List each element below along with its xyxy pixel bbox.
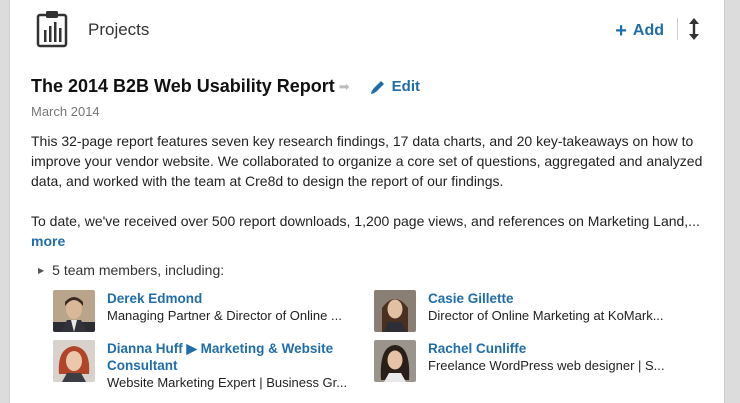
more-link[interactable]: more (31, 233, 65, 249)
description-paragraph-1: This 32-page report features seven key r… (31, 133, 703, 189)
project-date: March 2014 (31, 104, 100, 119)
member-name[interactable]: Dianna Huff ▶ Marketing & Website Consul… (107, 340, 357, 374)
external-arrow-icon: ➡ (338, 78, 350, 94)
member-name[interactable]: Casie Gillette (428, 290, 664, 307)
member-headline: Director of Online Marketing at KoMark..… (428, 308, 664, 323)
project-description: This 32-page report features seven key r… (31, 131, 721, 251)
description-text-2: To date, we've received over 500 report … (31, 213, 700, 229)
member-headline: Managing Partner & Director of Online ..… (107, 308, 342, 323)
team-member: Rachel Cunliffe Freelance WordPress web … (374, 340, 704, 382)
section-title: Projects (88, 20, 150, 39)
project-title[interactable]: The 2014 B2B Web Usability Report (31, 76, 335, 97)
caret-right-icon: ▶ (38, 265, 45, 275)
member-headline: Freelance WordPress web designer | S... (428, 358, 665, 373)
clipboard-chart-icon (36, 11, 68, 48)
plus-icon: + (615, 20, 627, 42)
add-label: Add (632, 22, 664, 39)
member-info: Casie Gillette Director of Online Market… (428, 290, 664, 332)
team-member: Casie Gillette Director of Online Market… (374, 290, 704, 332)
project-title-row: The 2014 B2B Web Usability Report ➡ Edit (31, 76, 420, 97)
avatar[interactable] (53, 290, 95, 332)
avatar[interactable] (374, 340, 416, 382)
team-members-label: 5 team members, including: (52, 262, 225, 278)
member-headline: Website Marketing Expert | Business Gr..… (107, 375, 348, 390)
avatar[interactable] (53, 340, 95, 382)
member-info: Rachel Cunliffe Freelance WordPress web … (428, 340, 665, 382)
team-members-toggle[interactable]: ▶ 5 team members, including: (38, 262, 224, 278)
reorder-arrows-icon[interactable] (688, 18, 700, 40)
section-header: Projects + Add (34, 8, 704, 52)
edit-button[interactable]: Edit (370, 78, 420, 95)
header-divider (677, 18, 678, 40)
member-name[interactable]: Rachel Cunliffe (428, 340, 665, 357)
add-project-button[interactable]: + Add (615, 20, 664, 42)
member-info: Derek Edmond Managing Partner & Director… (107, 290, 342, 332)
avatar[interactable] (374, 290, 416, 332)
team-member: Derek Edmond Managing Partner & Director… (53, 290, 353, 332)
member-name[interactable]: Derek Edmond (107, 290, 342, 307)
projects-card: Projects + Add The 2014 B2B Web Usabilit… (9, 0, 725, 403)
description-paragraph-2: To date, we've received over 500 report … (31, 211, 721, 251)
edit-label: Edit (391, 78, 420, 95)
team-member: Dianna Huff ▶ Marketing & Website Consul… (53, 340, 363, 391)
member-info: Dianna Huff ▶ Marketing & Website Consul… (107, 340, 357, 391)
pencil-icon (370, 80, 384, 94)
